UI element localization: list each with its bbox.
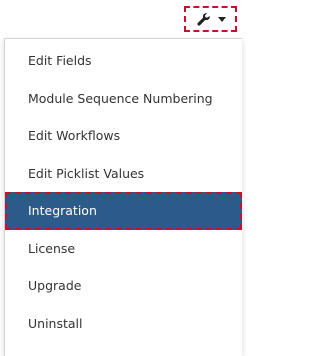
wrench-icon [196,12,210,26]
caret-down-icon [217,17,226,22]
menu-item-license[interactable]: License [5,230,242,268]
menu-item-upgrade[interactable]: Upgrade [5,267,242,305]
menu-item-module-sequence-numbering[interactable]: Module Sequence Numbering [5,80,242,118]
stage: Edit Fields Module Sequence Numbering Ed… [0,0,242,356]
menu-item-uninstall[interactable]: Uninstall [5,305,242,343]
settings-dropdown-menu: Edit Fields Module Sequence Numbering Ed… [4,38,242,356]
menu-item-edit-fields[interactable]: Edit Fields [5,42,242,80]
menu-item-integration[interactable]: Integration [5,192,242,230]
settings-dropdown-button[interactable] [184,6,237,32]
menu-item-edit-workflows[interactable]: Edit Workflows [5,117,242,155]
menu-item-edit-picklist-values[interactable]: Edit Picklist Values [5,155,242,193]
